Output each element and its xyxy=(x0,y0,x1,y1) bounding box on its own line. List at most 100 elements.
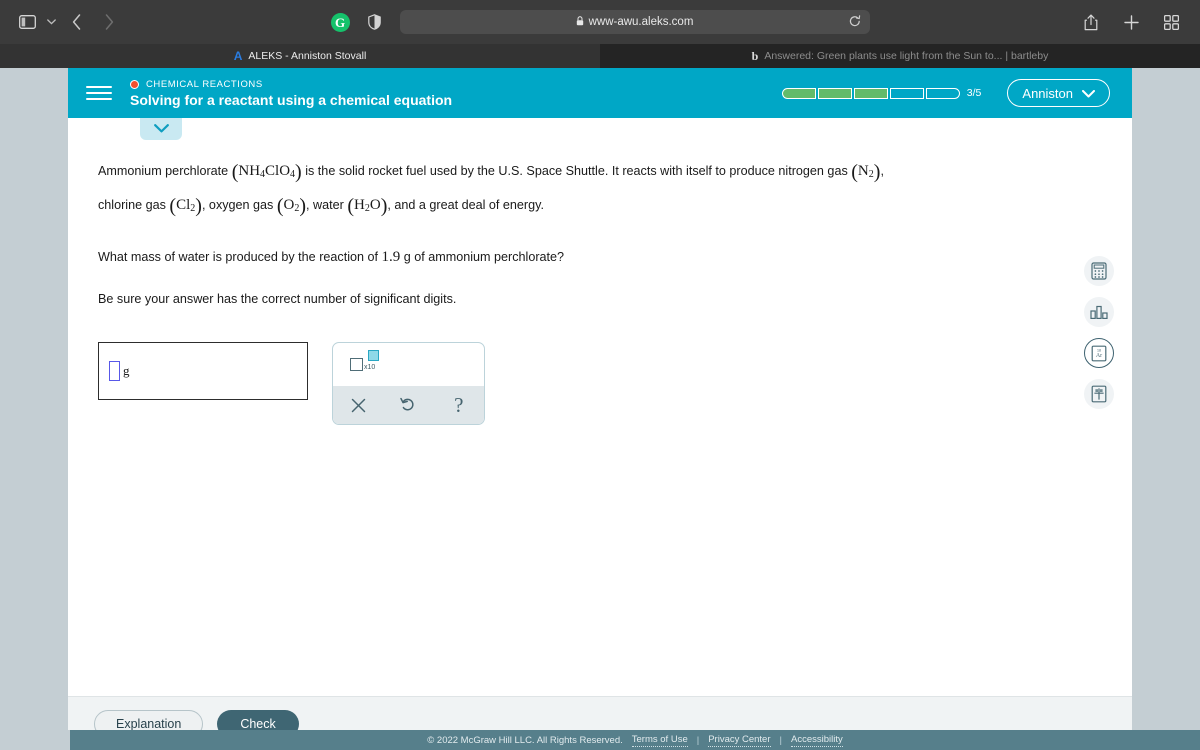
sci-exponent-box xyxy=(368,350,379,361)
mass-value: 1.9 xyxy=(381,249,401,265)
tab-title: Answered: Green plants use light from th… xyxy=(764,50,1049,62)
undo-button[interactable] xyxy=(391,397,425,413)
question-paragraph-2: chlorine gas (Cl2), oxygen gas (O2), wat… xyxy=(98,190,978,224)
aleks-app-frame: CHEMICAL REACTIONS Solving for a reactan… xyxy=(68,68,1132,750)
help-button[interactable]: ? xyxy=(442,394,476,416)
scientific-notation-button[interactable]: x10 xyxy=(350,350,379,371)
topic-status-dot xyxy=(130,79,139,89)
reference-table-icon[interactable] xyxy=(1084,379,1114,409)
chevron-down-icon[interactable] xyxy=(42,8,60,36)
paren-open: ( xyxy=(276,195,284,217)
formula-h2o: H2O xyxy=(354,197,381,214)
footer-copyright-bar: © 2022 McGraw Hill LLC. All Rights Reser… xyxy=(70,730,1200,750)
calculator-icon[interactable] xyxy=(1084,256,1114,286)
toolbar-left-group xyxy=(14,8,124,36)
progress-segment xyxy=(853,87,888,99)
grammarly-glyph: G xyxy=(334,14,346,30)
shield-icon[interactable] xyxy=(360,8,390,36)
sidebar-icon[interactable] xyxy=(14,8,40,36)
q2-text-d: , and a great deal of energy. xyxy=(387,198,544,212)
toolbar-right-group xyxy=(1076,8,1186,36)
formula-cl2: Cl2 xyxy=(176,197,196,214)
progress-segment xyxy=(925,87,960,99)
copyright-text: © 2022 McGraw Hill LLC. All Rights Reser… xyxy=(427,734,623,746)
footer-separator: | xyxy=(696,734,700,746)
toolbar-center-group: G www-awu.aleks.com xyxy=(0,8,1200,36)
q2-text-a: chlorine gas xyxy=(98,198,170,212)
math-keypad: x10 ? xyxy=(332,342,485,425)
privacy-center-link[interactable]: Privacy Center xyxy=(708,734,771,747)
progress-segment xyxy=(889,87,924,99)
sci-base-box xyxy=(350,358,363,371)
browser-tab-bartleby[interactable]: b Answered: Green plants use light from … xyxy=(600,44,1200,68)
tab-strip: A ALEKS - Anniston Stovall b Answered: G… xyxy=(0,44,1200,68)
svg-text:18: 18 xyxy=(1097,348,1101,352)
header-title-block: CHEMICAL REACTIONS Solving for a reactan… xyxy=(130,79,452,108)
formula-nh4clo4: NH4ClO4 xyxy=(238,163,296,180)
accessibility-link[interactable]: Accessibility xyxy=(790,734,843,747)
answer-unit-label: g xyxy=(123,363,130,378)
question-paragraph-1: Ammonium perchlorate ( NH4ClO4) is the so… xyxy=(98,156,978,190)
q1-text-c: , xyxy=(880,164,884,178)
browser-toolbar: G www-awu.aleks.com xyxy=(0,0,1200,44)
lock-icon xyxy=(576,15,584,29)
page-title: Solving for a reactant using a chemical … xyxy=(130,91,453,108)
answer-blank-slot[interactable] xyxy=(109,361,120,381)
q1-text-b: is the solid rocket fuel used by the U.S… xyxy=(301,164,852,178)
paren-close: ) xyxy=(195,195,202,217)
clear-button[interactable] xyxy=(341,398,375,413)
sci-x10-label: x10 xyxy=(364,364,376,371)
page-viewport: CHEMICAL REACTIONS Solving for a reactan… xyxy=(0,68,1200,750)
progress-segment xyxy=(781,87,816,99)
progress-indicator: 3/5 xyxy=(781,87,982,99)
progress-segment xyxy=(817,87,852,99)
math-keypad-top-row: x10 xyxy=(333,343,484,386)
terms-of-use-link[interactable]: Terms of Use xyxy=(631,734,688,747)
header-right-group: 3/5 Anniston xyxy=(781,79,1110,107)
topic-row: CHEMICAL REACTIONS xyxy=(130,79,452,90)
svg-text:Ar: Ar xyxy=(1096,353,1102,359)
tab-title: ALEKS - Anniston Stovall xyxy=(248,50,367,62)
q3-text-b: g of ammonium perchlorate? xyxy=(400,250,565,264)
forward-arrow-icon[interactable] xyxy=(94,8,124,36)
app-header: CHEMICAL REACTIONS Solving for a reactan… xyxy=(68,68,1132,118)
reload-icon[interactable] xyxy=(849,15,861,31)
user-name: Anniston xyxy=(1022,85,1073,101)
chevron-down-icon xyxy=(1082,86,1095,101)
question-content: Ammonium perchlorate ( NH4ClO4) is the so… xyxy=(68,118,1132,696)
paren-open: ( xyxy=(347,195,355,217)
url-inner: www-awu.aleks.com xyxy=(576,15,694,29)
question-paragraph-3: What mass of water is produced by the re… xyxy=(98,242,978,272)
user-menu-button[interactable]: Anniston xyxy=(1007,79,1110,107)
grammarly-extension-icon[interactable]: G xyxy=(330,12,350,32)
topic-label: CHEMICAL REACTIONS xyxy=(146,78,263,90)
progress-count: 3/5 xyxy=(966,87,982,99)
paren-open: ( xyxy=(851,161,858,183)
hamburger-menu-icon[interactable] xyxy=(86,80,112,106)
q1-text-a: Ammonium perchlorate xyxy=(98,164,232,178)
q2-text-c: , water xyxy=(306,198,348,212)
tool-rail: 18 Ar xyxy=(1084,256,1114,409)
answer-area: g x10 ? xyxy=(98,342,1132,425)
share-icon[interactable] xyxy=(1076,8,1106,36)
back-arrow-icon[interactable] xyxy=(62,8,92,36)
browser-tab-aleks[interactable]: A ALEKS - Anniston Stovall xyxy=(0,44,600,68)
q3-text-a: What mass of water is produced by the re… xyxy=(98,250,382,264)
url-bar[interactable]: www-awu.aleks.com xyxy=(399,10,870,34)
math-keypad-actions: ? xyxy=(333,386,484,424)
question-paragraph-4: Be sure your answer has the correct numb… xyxy=(98,292,457,306)
paren-close: ) xyxy=(295,161,302,183)
formula-o2: O2 xyxy=(283,197,300,214)
bar-chart-icon[interactable] xyxy=(1084,297,1114,327)
aleks-favicon: A xyxy=(233,49,243,63)
bartleby-favicon: b xyxy=(751,48,759,63)
grid-icon[interactable] xyxy=(1156,8,1186,36)
periodic-table-icon[interactable]: 18 Ar xyxy=(1084,338,1114,368)
footer-separator: | xyxy=(779,734,782,746)
formula-n2: N2 xyxy=(857,163,874,180)
plus-icon[interactable] xyxy=(1116,8,1146,36)
progress-segments xyxy=(781,87,960,99)
url-text: www-awu.aleks.com xyxy=(588,16,694,28)
answer-input[interactable]: g xyxy=(98,342,308,400)
q2-text-b: , oxygen gas xyxy=(201,198,277,212)
